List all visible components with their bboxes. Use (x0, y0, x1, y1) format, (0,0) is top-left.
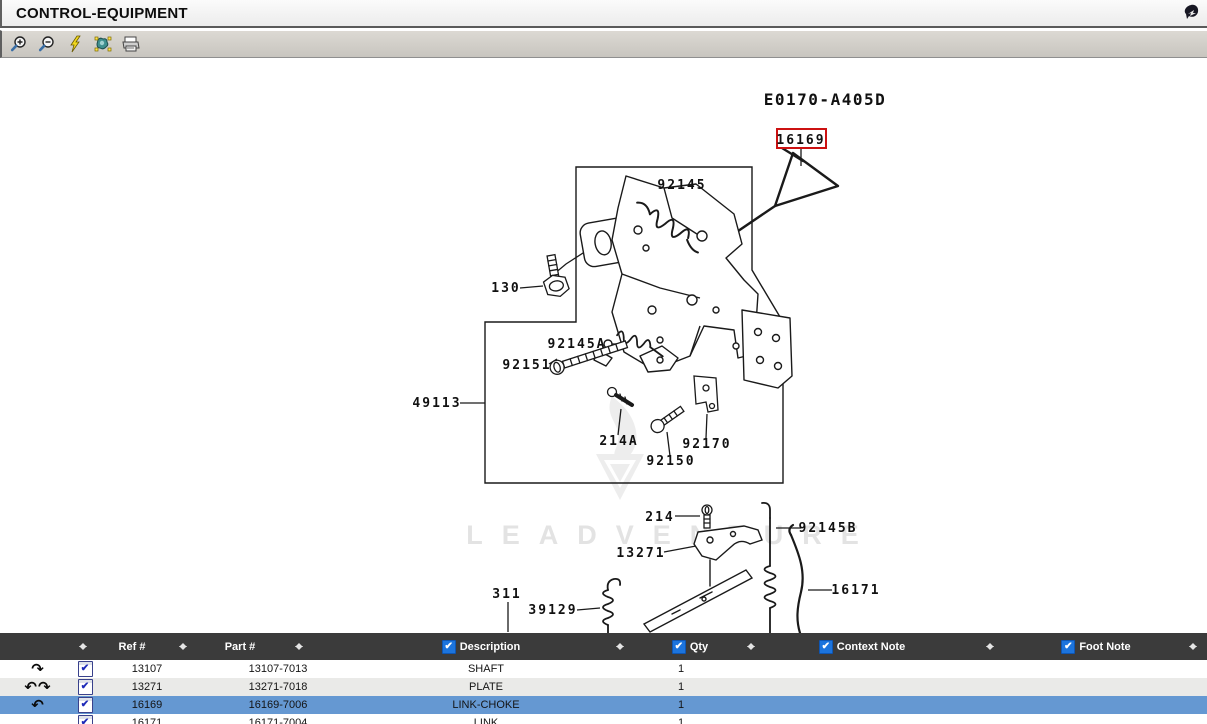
context-note-column-checkbox[interactable]: ✔ (819, 640, 833, 654)
part-cell: 16169-7006 (228, 696, 328, 714)
diagram-toolbar (0, 30, 1207, 58)
ref-cell: 13107 (97, 660, 197, 678)
edit-note-icon[interactable]: ✔ (78, 715, 93, 724)
context-note-header-label: Context Note (837, 641, 905, 653)
description-cell: SHAFT (386, 660, 586, 678)
ref-cell: 13271 (97, 678, 197, 696)
column-header-description: ✔ Description (391, 633, 571, 660)
row-link-arrows-icon[interactable]: ↶ (8, 696, 68, 714)
row-link-arrows-icon[interactable]: ↶↷ (8, 678, 68, 696)
description-cell: LINK-CHOKE (386, 696, 586, 714)
part-label-92170[interactable]: 92170 (682, 437, 731, 452)
part-label-39129[interactable]: 39129 (528, 603, 577, 618)
edit-note-icon[interactable]: ✔ (78, 679, 93, 695)
qty-header-label: Qty (690, 641, 708, 653)
select-object-icon[interactable] (92, 33, 114, 55)
column-header-part: Part # (195, 633, 285, 660)
part-label-214A[interactable]: 214A (599, 434, 638, 449)
context-note-cell (772, 696, 952, 714)
part-label-214[interactable]: 214 (645, 510, 674, 525)
column-header-ref: Ref # (92, 633, 172, 660)
part-label-311[interactable]: 311 (492, 587, 521, 602)
ref-cell: 16169 (97, 696, 197, 714)
part-header-label: Part # (225, 641, 256, 653)
part-label-16169[interactable]: 16169 (776, 133, 825, 148)
part-cell: 13107-7013 (228, 660, 328, 678)
flash-icon[interactable] (64, 33, 86, 55)
foot-note-column-checkbox[interactable]: ✔ (1061, 640, 1075, 654)
description-header-label: Description (460, 641, 521, 653)
context-note-cell (772, 678, 952, 696)
part-label-92145[interactable]: 92145 (657, 178, 706, 193)
parts-catalog-window: CONTROL-EQUIPMENT (0, 0, 1207, 724)
sort-icon[interactable] (985, 639, 995, 654)
qty-cell: 1 (631, 678, 731, 696)
parts-diagram: LEADVENTURE (0, 58, 1207, 633)
qty-cell: 1 (631, 660, 731, 678)
part-label-130[interactable]: 130 (491, 281, 520, 296)
part-label-92150[interactable]: 92150 (646, 454, 695, 469)
foot-note-cell (1006, 714, 1186, 724)
qty-cell: 1 (631, 696, 731, 714)
edit-note-icon[interactable]: ✔ (78, 697, 93, 713)
sort-icon[interactable] (746, 639, 756, 654)
title-bar: CONTROL-EQUIPMENT (0, 0, 1207, 28)
table-row-selected[interactable]: ↶ ✔ 16169 16169-7006 LINK-CHOKE 1 (0, 696, 1207, 714)
note-icon-cell: ✔ (72, 660, 98, 678)
table-row[interactable]: ↶↷ ✔ 13271 13271-7018 PLATE 1 (0, 678, 1207, 696)
context-note-cell (772, 660, 952, 678)
zoom-in-icon[interactable] (8, 33, 30, 55)
parts-table: Ref # Part # ✔ Description ✔ Qty ✔ Conte… (0, 633, 1207, 724)
parts-diagram-area: LEADVENTURE (0, 58, 1207, 633)
part-cell: 13271-7018 (228, 678, 328, 696)
sort-icon[interactable] (1188, 639, 1198, 654)
part-label-92145B[interactable]: 92145B (799, 521, 858, 536)
note-icon-cell: ✔ (72, 696, 98, 714)
diagram-code: E0170-A405D (764, 90, 886, 109)
page-title: CONTROL-EQUIPMENT (2, 5, 188, 22)
sort-icon[interactable] (294, 639, 304, 654)
column-header-context-note: ✔ Context Note (772, 633, 952, 660)
foot-note-cell (1006, 678, 1186, 696)
edit-note-icon[interactable]: ✔ (78, 661, 93, 677)
sort-icon[interactable] (78, 639, 88, 654)
column-header-foot-note: ✔ Foot Note (1006, 633, 1186, 660)
ref-cell: 16171 (97, 714, 197, 724)
table-row[interactable]: ↷ ✔ 13107 13107-7013 SHAFT 1 (0, 660, 1207, 678)
part-label-16171[interactable]: 16171 (831, 583, 880, 598)
quick-action-icon[interactable] (1181, 3, 1201, 23)
ref-header-label: Ref # (119, 641, 146, 653)
part-cell: 16171-7004 (228, 714, 328, 724)
part-label-92151[interactable]: 92151 (502, 358, 551, 373)
foot-note-cell (1006, 696, 1186, 714)
description-cell: LINK (386, 714, 586, 724)
context-note-cell (772, 714, 952, 724)
sort-icon[interactable] (178, 639, 188, 654)
part-label-13271[interactable]: 13271 (616, 546, 665, 561)
description-cell: PLATE (386, 678, 586, 696)
assembly-shape-49113 (579, 176, 792, 388)
foot-note-header-label: Foot Note (1079, 641, 1130, 653)
quick-action-glyph (1181, 3, 1201, 23)
print-icon[interactable] (120, 33, 142, 55)
zoom-out-icon[interactable] (36, 33, 58, 55)
sort-icon[interactable] (615, 639, 625, 654)
qty-cell: 1 (631, 714, 731, 724)
column-header-qty: ✔ Qty (640, 633, 740, 660)
part-label-92145A[interactable]: 92145A (548, 337, 607, 352)
row-link-arrows-icon[interactable]: ↷ (8, 660, 68, 678)
parts-table-header: Ref # Part # ✔ Description ✔ Qty ✔ Conte… (0, 633, 1207, 660)
foot-note-cell (1006, 660, 1186, 678)
row-link-arrows-icon[interactable] (8, 714, 68, 724)
qty-column-checkbox[interactable]: ✔ (672, 640, 686, 654)
description-column-checkbox[interactable]: ✔ (442, 640, 456, 654)
note-icon-cell: ✔ (72, 678, 98, 696)
note-icon-cell: ✔ (72, 714, 98, 724)
table-row[interactable]: ✔ 16171 16171-7004 LINK 1 (0, 714, 1207, 724)
part-label-49113[interactable]: 49113 (412, 396, 461, 411)
